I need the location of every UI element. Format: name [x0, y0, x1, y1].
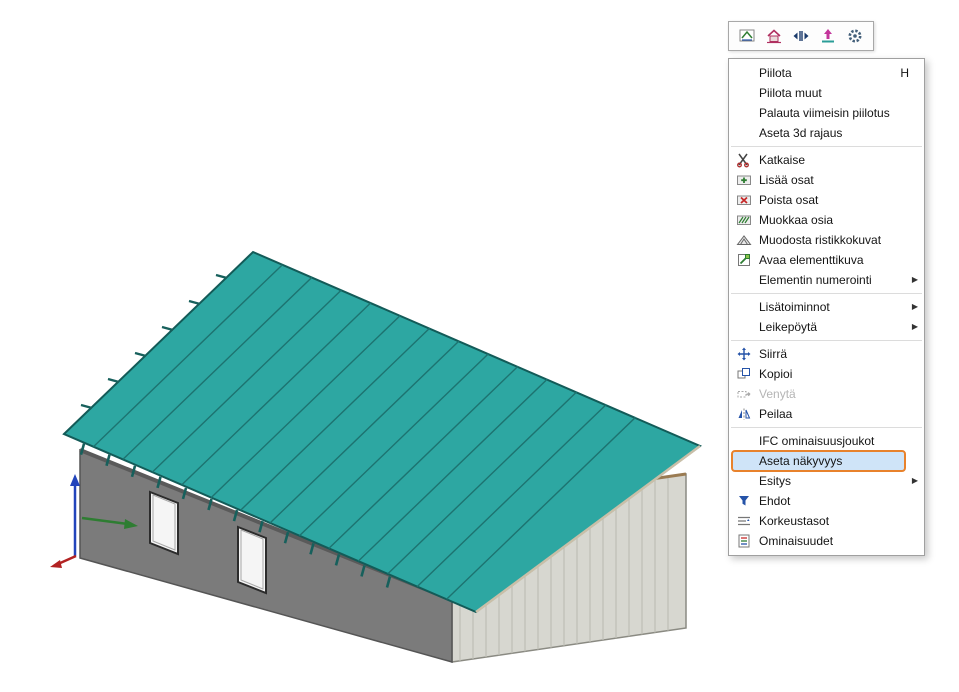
lift-icon [819, 27, 837, 45]
menu-item-label: Ehdot [759, 494, 790, 508]
menu-item-elementin-numerointi[interactable]: Elementin numerointi [729, 270, 924, 290]
menu-item-label: Poista osat [759, 193, 818, 207]
menu-separator [731, 427, 922, 428]
remove-parts-icon [736, 192, 752, 208]
cast-unit-icon [765, 27, 783, 45]
menu-item-kopioi[interactable]: Kopioi [729, 364, 924, 384]
menu-item-piilota[interactable]: Piilota H [729, 63, 924, 83]
open-drawing-icon [736, 252, 752, 268]
menu-item-label: Korkeustasot [759, 514, 829, 528]
lift-button[interactable] [816, 24, 840, 48]
menu-item-label: Katkaise [759, 153, 805, 167]
menu-item-label: Palauta viimeisin piilotus [759, 106, 890, 120]
menu-item-label: Aseta näkyvyys [759, 454, 842, 468]
shortcut-key: H [900, 63, 909, 83]
move-icon [736, 346, 752, 362]
add-parts-icon [736, 172, 752, 188]
x-axis-arrow-icon [50, 560, 62, 568]
menu-item-label: Leikepöytä [759, 320, 817, 334]
context-toolbar [728, 21, 874, 51]
menu-item-label: Muodosta ristikkokuvat [759, 233, 881, 247]
context-menu: Piilota H Piilota muut Palauta viimeisin… [728, 58, 925, 556]
menu-item-venyta[interactable]: Venytä [729, 384, 924, 404]
menu-item-avaa-elementtikuva[interactable]: Avaa elementtikuva [729, 250, 924, 270]
menu-item-label: Lisää osat [759, 173, 814, 187]
properties-icon [736, 533, 752, 549]
menu-item-label: Kopioi [759, 367, 792, 381]
menu-item-label: Piilota muut [759, 86, 822, 100]
menu-item-siirra[interactable]: Siirrä [729, 344, 924, 364]
menu-item-ifc-ominaisuusjoukot[interactable]: IFC ominaisuusjoukot [729, 431, 924, 451]
menu-item-label: Piilota [759, 66, 792, 80]
window-2[interactable] [238, 527, 266, 593]
menu-item-label: Muokkaa osia [759, 213, 833, 227]
menu-item-muokkaa-osia[interactable]: Muokkaa osia [729, 210, 924, 230]
conditions-icon [736, 493, 752, 509]
window-1[interactable] [150, 492, 178, 554]
menu-item-label: Ominaisuudet [759, 534, 833, 548]
cut-icon [736, 152, 752, 168]
menu-item-leikepoyta[interactable]: Leikepöytä [729, 317, 924, 337]
mirror-icon [736, 406, 752, 422]
menu-separator [731, 340, 922, 341]
menu-item-aseta-3d-rajaus[interactable]: Aseta 3d rajaus [729, 123, 924, 143]
menu-item-label: Avaa elementtikuva [759, 253, 864, 267]
submenu-arrow-icon [912, 270, 918, 290]
menu-item-katkaise[interactable]: Katkaise [729, 150, 924, 170]
menu-item-lisaa-osat[interactable]: Lisää osat [729, 170, 924, 190]
menu-item-palauta-viimeisin-piilotus[interactable]: Palauta viimeisin piilotus [729, 103, 924, 123]
menu-item-korkeustasot[interactable]: Korkeustasot [729, 511, 924, 531]
fit-view-icon [792, 27, 810, 45]
levels-icon [736, 513, 752, 529]
z-axis-arrow-icon [70, 474, 80, 486]
truss-icon [736, 232, 752, 248]
menu-item-peilaa[interactable]: Peilaa [729, 404, 924, 424]
gear-icon [846, 27, 864, 45]
stretch-icon [736, 386, 752, 402]
cast-unit-button[interactable] [762, 24, 786, 48]
menu-item-poista-osat[interactable]: Poista osat [729, 190, 924, 210]
menu-item-label: Aseta 3d rajaus [759, 126, 842, 140]
menu-item-aseta-nakyvyys[interactable]: Aseta näkyvyys [729, 451, 924, 471]
menu-separator [731, 293, 922, 294]
menu-item-lisatoiminnot[interactable]: Lisätoiminnot [729, 297, 924, 317]
menu-item-muodosta-ristikkokuvat[interactable]: Muodosta ristikkokuvat [729, 230, 924, 250]
submenu-arrow-icon [912, 317, 918, 337]
modify-parts-icon [736, 212, 752, 228]
submenu-arrow-icon [912, 471, 918, 491]
menu-separator [731, 146, 922, 147]
menu-item-label: Peilaa [759, 407, 792, 421]
menu-item-label: Lisätoiminnot [759, 300, 830, 314]
menu-item-ominaisuudet[interactable]: Ominaisuudet [729, 531, 924, 551]
menu-item-esitys[interactable]: Esitys [729, 471, 924, 491]
copy-icon [736, 366, 752, 382]
fit-view-button[interactable] [789, 24, 813, 48]
menu-item-label: IFC ominaisuusjoukot [759, 434, 874, 448]
menu-item-label: Venytä [759, 387, 796, 401]
menu-item-ehdot[interactable]: Ehdot [729, 491, 924, 511]
menu-item-label: Elementin numerointi [759, 273, 872, 287]
drawing-icon [738, 27, 756, 45]
menu-item-piilota-muut[interactable]: Piilota muut [729, 83, 924, 103]
submenu-arrow-icon [912, 297, 918, 317]
menu-item-label: Siirrä [759, 347, 787, 361]
drawing-button[interactable] [735, 24, 759, 48]
settings-button[interactable] [843, 24, 867, 48]
menu-item-label: Esitys [759, 474, 791, 488]
